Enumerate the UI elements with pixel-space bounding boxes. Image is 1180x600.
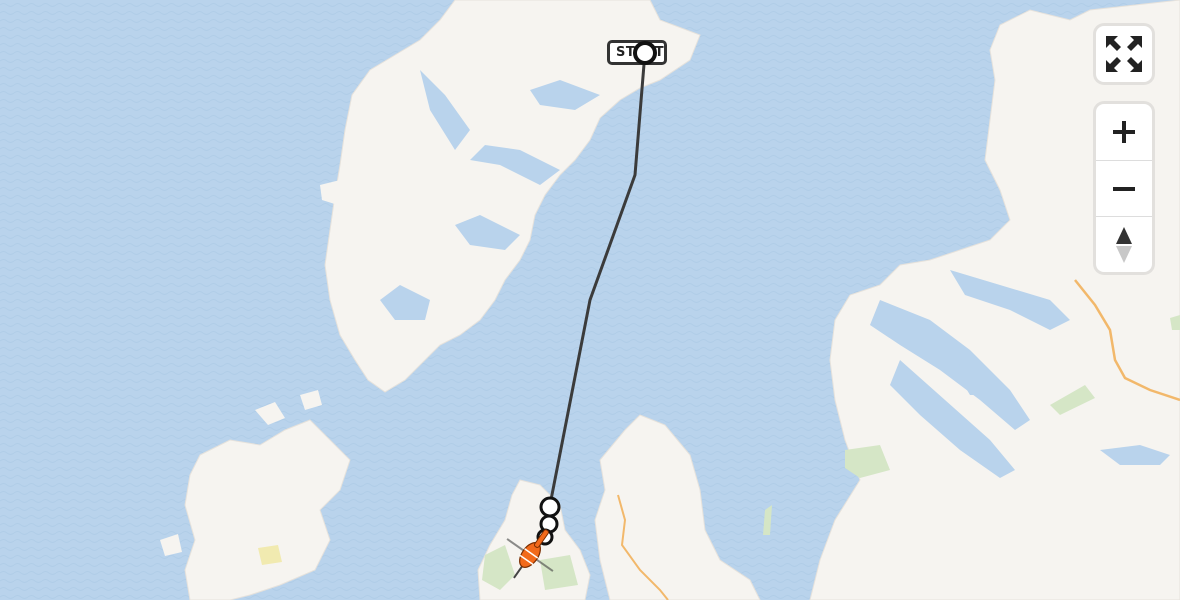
navigation-control	[1096, 104, 1152, 272]
urban-area	[258, 545, 282, 565]
waypoint-icon[interactable]	[539, 496, 561, 518]
fullscreen-button[interactable]	[1096, 26, 1152, 82]
zoom-in-button[interactable]	[1096, 104, 1152, 160]
map-canvas[interactable]	[0, 0, 1180, 600]
start-marker-label[interactable]: START	[607, 40, 667, 65]
compass-north-icon	[1116, 226, 1132, 263]
minus-icon	[1113, 186, 1135, 191]
compass-button[interactable]	[1096, 216, 1152, 272]
fullscreen-icon	[1106, 36, 1142, 72]
zoom-out-button[interactable]	[1096, 160, 1152, 216]
fullscreen-control	[1096, 26, 1152, 82]
plus-icon	[1113, 121, 1135, 143]
